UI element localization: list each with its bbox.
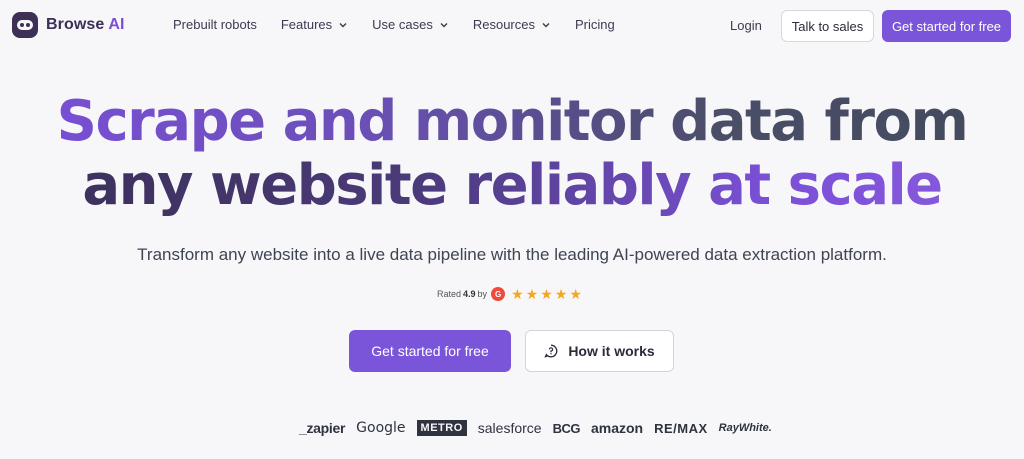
- browse-ai-logo[interactable]: Browse AI: [12, 12, 125, 38]
- rating-prefix: Rated: [437, 289, 462, 299]
- menu-item-use-cases[interactable]: Use cases: [372, 17, 449, 32]
- hero-title-line-1: Scrape and monitor data from: [0, 90, 1024, 154]
- main-menu: Prebuilt robots Features Use cases Resou…: [173, 17, 639, 32]
- hero-title: Scrape and monitor data from any website…: [0, 90, 1024, 218]
- star-icon: ★: [554, 286, 568, 302]
- star-icon: ★: [525, 286, 539, 302]
- metro-logo: METRO: [416, 420, 467, 436]
- chevron-down-icon: [440, 22, 448, 27]
- amazon-logo: amazon: [590, 420, 644, 436]
- rating-by: by: [477, 289, 488, 299]
- google-logo: Google: [356, 420, 406, 436]
- chat-bubble-icon: [544, 344, 558, 358]
- hero-get-started-button[interactable]: Get started for free: [349, 330, 511, 372]
- star-icon: ★: [511, 286, 524, 302]
- menu-item-resources[interactable]: Resources: [473, 17, 551, 32]
- star-icon: ★: [540, 286, 553, 302]
- hero-subtitle: Transform any website into a live data p…: [137, 245, 887, 264]
- rating-value: 4.9: [463, 289, 476, 299]
- remax-logo: RE/MAX: [654, 420, 708, 436]
- star-icon: ★: [569, 286, 582, 302]
- logo-text: Browse AI: [46, 16, 125, 33]
- talk-to-sales-button[interactable]: Talk to sales: [781, 10, 874, 42]
- g2-logo-icon: G: [491, 287, 506, 301]
- robot-logo-icon: [12, 12, 38, 38]
- customer-logos: _zapier Google METRO salesforce BCG amaz…: [299, 418, 783, 438]
- menu-item-features[interactable]: Features: [281, 17, 348, 32]
- raywhite-logo: RayWhite.: [718, 422, 772, 434]
- rating-badge: Rated 4.9 by G ★ ★ ★ ★ ★: [437, 287, 584, 301]
- chevron-down-icon: [542, 22, 550, 27]
- zapier-logo: _zapier: [299, 420, 346, 436]
- salesforce-logo: salesforce: [477, 420, 542, 436]
- nav-get-started-button[interactable]: Get started for free: [882, 10, 1011, 42]
- how-it-works-button[interactable]: How it works: [525, 330, 674, 372]
- menu-item-pricing[interactable]: Pricing: [575, 17, 615, 32]
- top-nav: Browse AI Prebuilt robots Features Use c…: [0, 0, 1024, 52]
- login-link[interactable]: Login: [730, 18, 762, 33]
- hero-title-line-2: any website reliably at scale: [0, 154, 1024, 218]
- menu-item-prebuilt-robots[interactable]: Prebuilt robots: [173, 17, 257, 32]
- chevron-down-icon: [339, 22, 347, 27]
- bcg-logo: BCG: [552, 420, 581, 436]
- how-it-works-label: How it works: [568, 343, 655, 359]
